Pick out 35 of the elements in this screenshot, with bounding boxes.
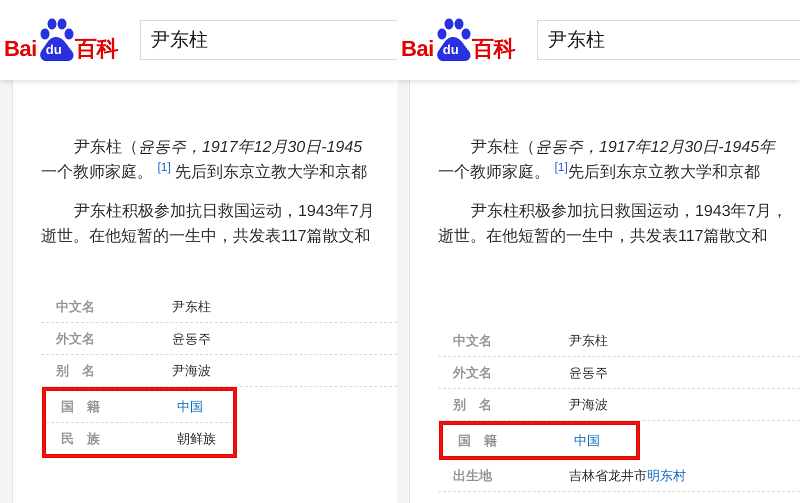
logo-text: du [442,43,459,56]
logo-text: 百科 [74,38,118,63]
search-field[interactable]: 尹东柱 [140,20,397,60]
info-value: 尹东柱 [172,298,211,314]
logo-text: Bai [4,38,37,63]
logo-text: 百科 [472,38,515,63]
info-link[interactable]: 中国 [177,398,203,414]
info-link[interactable]: 中国 [574,432,600,448]
info-label: 别 名 [54,362,96,380]
info-value: 윤동주 [172,330,211,346]
info-label: 出生地 [452,466,494,484]
info-label: 别 名 [452,396,493,414]
info-value: 윤동주 [569,364,608,380]
paragraph: 尹东柱积极参加抗日救国运动，1943年7月 逝世。在他短暂的一生中，共发表117篇散文和 [41,202,376,247]
search-field[interactable]: 尹东柱 [537,20,800,60]
info-value: 尹东柱 [569,332,608,348]
info-value: 朝鲜族 [177,430,216,446]
info-label: 国 籍 [60,398,101,416]
info-value: 吉林省龙井市 [569,468,647,482]
info-link[interactable]: 明东村 [647,468,686,482]
paragraph: 尹东柱（윤동주，1917年12月30日-1945年 一个教师家庭。 $^{[1]}$先后到东京立教大学和京都 [438,138,777,183]
info-label: 国 籍 [457,432,498,450]
info-label: 中文名 [452,332,493,350]
paragraph: 尹东柱（윤동주，1917年12月30日-1945 一个教师家庭。 $^{[1]}$ 先后到东京立教大学和京都 [41,138,368,183]
citation-link[interactable]: [1] [554,160,568,174]
logo-text: du [46,43,62,56]
info-label: 中文名 [55,298,96,316]
info-value: 尹海波 [172,362,211,378]
info-label: 外文名 [54,330,96,348]
info-value: 尹海波 [569,396,608,412]
logo-text: Bai [401,38,434,63]
info-label: 外文名 [452,364,493,382]
citation-link[interactable]: [1] [157,160,171,174]
info-label: 民 族 [60,430,101,448]
paragraph: 尹东柱积极参加抗日救国运动，1943年7月， 逝世。在他短暂的一生中，共发表117篇散文和 [438,202,788,247]
